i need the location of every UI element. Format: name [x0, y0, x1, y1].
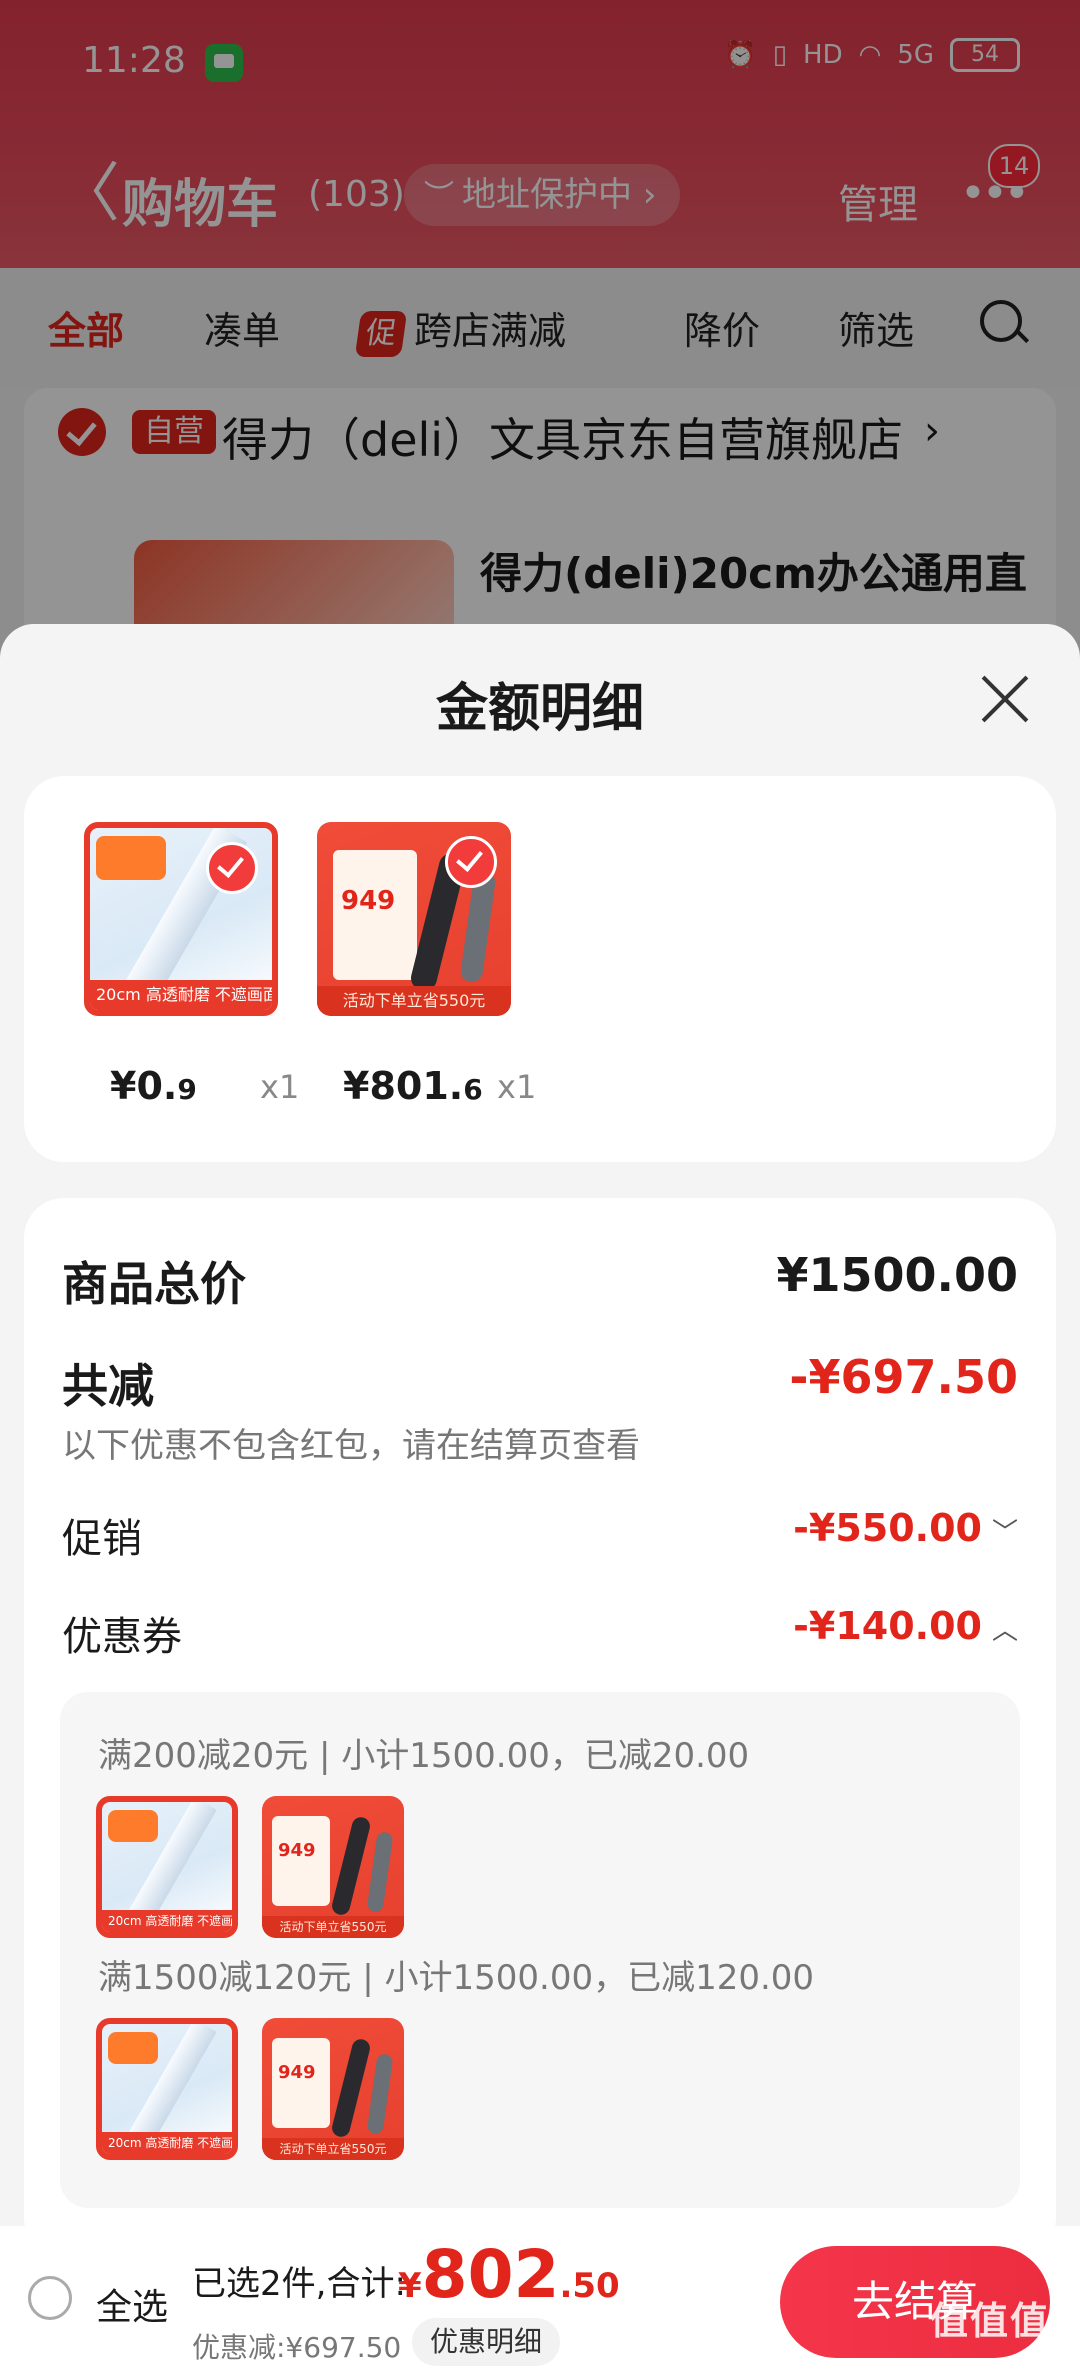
select-all-label[interactable]: 全选 — [96, 2278, 168, 2330]
item-price: ¥801.6 — [343, 1064, 483, 1108]
total-label: 商品总价 — [62, 1257, 246, 1311]
price-card — [333, 850, 417, 980]
price-summary-card: 商品总价 ¥1500.00 共减 -¥697.50 以下优惠不包含红包，请在结算… — [24, 1198, 1056, 2234]
image-banner: 活动下单立省550元 — [317, 986, 511, 1016]
image-banner: 20cm 高透耐磨 不遮画面 — [102, 2132, 232, 2154]
price-decimal: 9 — [177, 1073, 197, 1106]
coupon-value: -¥140.00 — [793, 1604, 982, 1648]
discount-detail-button[interactable]: 优惠明细 — [412, 2318, 561, 2366]
coupon-label: 优惠券 — [62, 1614, 182, 1660]
item-quantity: x1 — [260, 1068, 300, 1106]
pen-shape — [330, 1815, 372, 1917]
total-integer: 802 — [421, 2236, 560, 2313]
promo-value-group: -¥550.00 ﹀ — [793, 1506, 1018, 1550]
coupon-items: 20cm 高透耐磨 不遮画面 活动下单立省550元 — [96, 1796, 404, 1938]
promo-value: -¥550.00 — [793, 1506, 982, 1550]
checkout-bar: 全选 已选2件,合计: ¥802.50 优惠减:¥697.50 优惠明细 去结算 — [0, 2226, 1080, 2376]
promo-sticker — [96, 836, 166, 880]
select-all-radio[interactable] — [28, 2276, 72, 2320]
image-banner: 活动下单立省550元 — [262, 2138, 404, 2160]
coupon-details: 满200减20元 | 小计1500.00，已减20.00 20cm 高透耐磨 不… — [60, 1692, 1020, 2208]
amount-detail-sheet: 金额明细 20cm 高透耐磨 不遮画面 ¥0.9 x1 活动下单立省550元 ¥… — [0, 624, 1080, 2234]
promo-sticker — [108, 1810, 158, 1842]
watermark-logo: 值值值 — [930, 2299, 1051, 2343]
selected-items-card: 20cm 高透耐磨 不遮画面 ¥0.9 x1 活动下单立省550元 ¥801.6… — [24, 776, 1056, 1162]
discount-note: 以下优惠不包含红包，请在结算页查看 — [62, 1426, 640, 1466]
pen-shape-secondary — [366, 2053, 394, 2135]
check-icon — [445, 836, 497, 888]
pen-shape — [330, 2037, 372, 2139]
pen-product-image: 活动下单立省550元 — [262, 1796, 404, 1938]
coupon-line: 满1500减120元 | 小计1500.00，已减120.00 — [98, 1958, 815, 1998]
discount-value: -¥697.50 — [789, 1350, 1018, 1404]
close-icon[interactable] — [978, 672, 1032, 726]
ruler-product-image: 20cm 高透耐磨 不遮画面 — [96, 1796, 238, 1938]
list-item[interactable]: 20cm 高透耐磨 不遮画面 ¥0.9 x1 — [84, 822, 344, 1108]
discount-summary: 优惠减:¥697.50 — [192, 2331, 402, 2364]
price-decimal: 6 — [463, 1073, 483, 1106]
coupon-items: 20cm 高透耐磨 不遮画面 活动下单立省550元 — [96, 2018, 404, 2160]
total-value: ¥1500.00 — [776, 1248, 1018, 1302]
item-price: ¥0.9 — [110, 1064, 197, 1108]
coupon-line: 满200减20元 | 小计1500.00，已减20.00 — [98, 1736, 750, 1776]
ruler-product-image: 20cm 高透耐磨 不遮画面 — [84, 822, 278, 1016]
chevron-up-icon[interactable]: ︿ — [992, 1610, 1018, 1647]
list-item[interactable]: 活动下单立省550元 ¥801.6 x1 — [317, 822, 577, 1108]
sheet-title: 金额明细 — [435, 679, 644, 739]
promo-sticker — [108, 2032, 158, 2064]
price-main: ¥801. — [343, 1064, 464, 1108]
price-main: ¥0. — [110, 1064, 178, 1108]
pen-shape-secondary — [366, 1831, 394, 1913]
ruler-product-image: 20cm 高透耐磨 不遮画面 — [96, 2018, 238, 2160]
price-card — [272, 2038, 330, 2128]
discount-label: 共减 — [62, 1359, 154, 1413]
image-banner: 活动下单立省550元 — [262, 1916, 404, 1938]
coupon-value-group: -¥140.00 ︿ — [793, 1604, 1018, 1648]
price-card — [272, 1816, 330, 1906]
selected-count: 已选2件,合计: — [192, 2264, 406, 2304]
image-banner: 20cm 高透耐磨 不遮画面 — [90, 980, 272, 1010]
item-quantity: x1 — [497, 1068, 537, 1106]
image-banner: 20cm 高透耐磨 不遮画面 — [102, 1910, 232, 1932]
chevron-down-icon[interactable]: ﹀ — [992, 1512, 1018, 1549]
total-currency: ¥ — [398, 2266, 422, 2306]
pen-product-image: 活动下单立省550元 — [262, 2018, 404, 2160]
check-icon — [206, 842, 258, 894]
promo-label: 促销 — [62, 1516, 142, 1562]
total-amount: ¥802.50 — [398, 2236, 620, 2313]
pen-shape-secondary — [459, 871, 497, 983]
total-decimal: .50 — [559, 2266, 620, 2306]
pen-product-image: 活动下单立省550元 — [317, 822, 511, 1016]
